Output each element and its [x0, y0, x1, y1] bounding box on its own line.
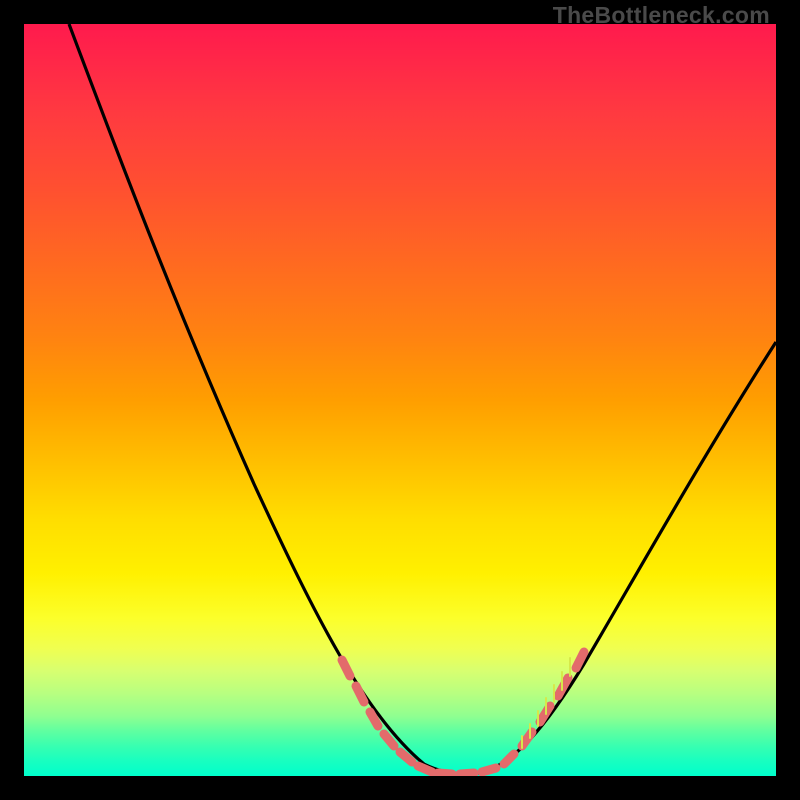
- watermark-text: TheBottleneck.com: [553, 2, 770, 29]
- highlight-markers-right: [504, 652, 584, 764]
- curve-layer: [24, 24, 776, 776]
- highlight-markers-bottom: [438, 768, 496, 774]
- right-arm-ticks: [522, 658, 570, 748]
- chart-frame: [24, 24, 776, 776]
- main-curve: [69, 24, 776, 774]
- highlight-markers-left: [342, 660, 432, 772]
